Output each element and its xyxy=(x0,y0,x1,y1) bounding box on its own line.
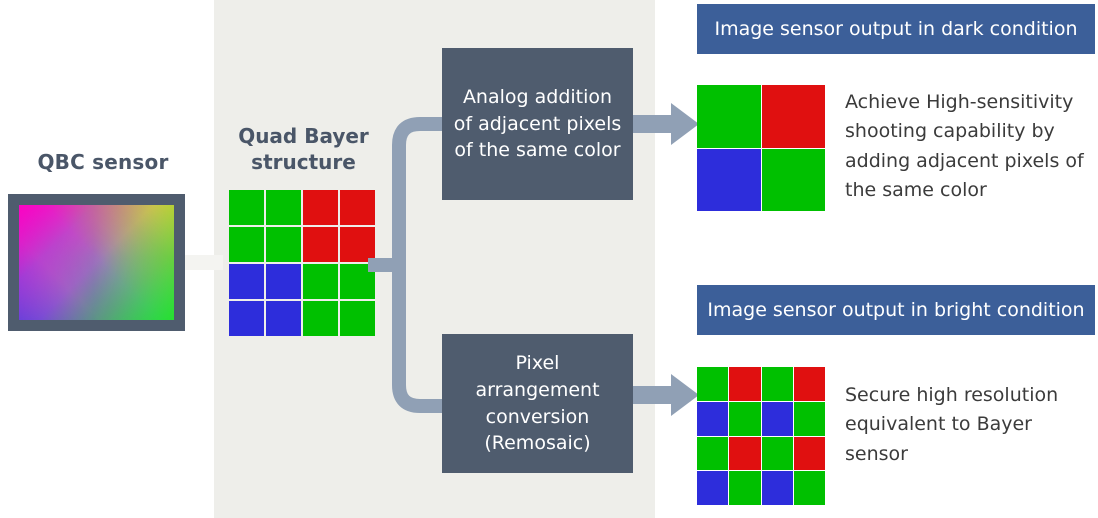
qbc-sensor-title: QBC sensor xyxy=(37,150,169,174)
quad-bayer-cell-0-2 xyxy=(303,190,338,225)
output-description-dark: Achieve High-sensitivity shooting capabi… xyxy=(845,91,1084,202)
output-bright-cell-1-1 xyxy=(729,401,761,436)
output-bright-cell-0-1 xyxy=(729,367,761,401)
output-bright-cell-3-1 xyxy=(729,471,761,505)
output-bright-cell-1-0 xyxy=(697,401,729,436)
output-description-bright: Secure high resolution equivalent to Bay… xyxy=(845,384,1059,465)
process-box-analog-addition[interactable]: Analog addition of adjacent pixels of th… xyxy=(442,48,633,200)
output-bright-cell-0-0 xyxy=(697,367,729,401)
quad-bayer-title-line2: structure xyxy=(251,149,356,174)
sensor-gradient-surface xyxy=(19,205,174,320)
quad-bayer-grid xyxy=(229,190,375,336)
quad-bayer-cell-2-1 xyxy=(266,264,301,299)
quad-bayer-cell-2-2 xyxy=(303,264,338,299)
output-bright-cell-1-2 xyxy=(761,401,793,436)
quad-bayer-cell-3-0 xyxy=(229,301,264,336)
output-dark-cell-0-1 xyxy=(761,85,825,148)
quad-bayer-cell-1-3 xyxy=(340,227,375,262)
quad-bayer-cell-1-1 xyxy=(266,227,301,262)
output-bright-cell-0-3 xyxy=(793,367,825,401)
quad-bayer-cell-1-2 xyxy=(303,227,338,262)
output-dark-cell-1-1 xyxy=(761,148,825,211)
output-pixel-grid-dark xyxy=(697,85,825,211)
output-bright-cell-3-0 xyxy=(697,471,729,505)
arrow-right-icon-bright xyxy=(633,374,699,416)
quad-bayer-cell-2-3 xyxy=(340,264,375,299)
quad-bayer-cell-3-2 xyxy=(303,301,338,336)
quad-bayer-cell-3-3 xyxy=(340,301,375,336)
output-header-bright: Image sensor output in bright condition xyxy=(697,285,1095,335)
quad-bayer-cell-0-3 xyxy=(340,190,375,225)
output-header-dark: Image sensor output in dark condition xyxy=(697,4,1095,54)
output-bright-cell-2-3 xyxy=(793,436,825,471)
output-bright-cell-3-2 xyxy=(761,471,793,505)
output-bright-cell-0-2 xyxy=(761,367,793,401)
quad-bayer-cell-0-1 xyxy=(266,190,301,225)
output-dark-cell-1-0 xyxy=(697,148,761,211)
arrow-right-icon-dark xyxy=(633,103,699,145)
output-bright-cell-2-0 xyxy=(697,436,729,471)
sensor-to-panel-connector xyxy=(185,255,223,270)
output-bright-cell-2-2 xyxy=(761,436,793,471)
quad-bayer-cell-0-0 xyxy=(229,190,264,225)
quad-bayer-title: Quad Bayer structure xyxy=(222,124,385,175)
qbc-sensor-illustration xyxy=(8,194,185,331)
process-box-remosaic[interactable]: Pixel arrangement conversion (Remosaic) xyxy=(442,334,633,473)
output-bright-cell-1-3 xyxy=(793,401,825,436)
quad-bayer-cell-2-0 xyxy=(229,264,264,299)
output-dark-cell-0-0 xyxy=(697,85,761,148)
output-bright-cell-3-3 xyxy=(793,471,825,505)
quad-bayer-cell-3-1 xyxy=(266,301,301,336)
quad-bayer-cell-1-0 xyxy=(229,227,264,262)
quad-bayer-title-line1: Quad Bayer xyxy=(238,124,369,148)
output-bright-cell-2-1 xyxy=(729,436,761,471)
output-pixel-grid-bright xyxy=(697,367,825,505)
